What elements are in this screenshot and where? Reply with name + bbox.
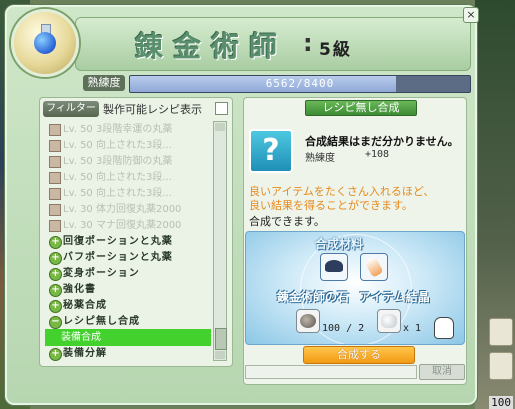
alchemist-stone-icon[interactable] (320, 253, 348, 281)
recipe-row-label: Lv. 50 向上された3段... (63, 188, 172, 199)
recipe-row[interactable]: 装備合成 (45, 329, 211, 346)
expand-icon[interactable]: + (49, 284, 62, 297)
close-button[interactable]: × (463, 7, 479, 23)
scroll-down-arrow[interactable] (215, 351, 225, 359)
recipe-row-label: Lv. 50 向上された3段... (63, 172, 172, 183)
item-slot-icon[interactable] (489, 352, 513, 380)
recipe-row[interactable]: + 強化書 (45, 281, 211, 298)
recipe-row[interactable]: + 装備分解 (45, 345, 211, 361)
craft-status: 合成できます。 (249, 215, 325, 228)
recipe-row-label: Lv. 50 3段階防御の丸薬 (63, 156, 173, 167)
collapse-icon[interactable]: − (49, 316, 62, 329)
background-world-right: 100 (475, 0, 515, 409)
alchemy-window: 錬金術師 : 5級 × 熟練度 6562/8400 フィルター 製作可能レシピ表… (4, 4, 479, 406)
filter-button[interactable]: フィルター (43, 101, 99, 117)
filter-checkbox[interactable] (215, 102, 228, 115)
ingredient-count-2: x 1 (403, 323, 422, 334)
ingredient-count-1: 100 / 2 (322, 323, 365, 334)
expand-icon[interactable]: + (49, 236, 62, 249)
expand-icon[interactable]: + (49, 268, 62, 281)
recipe-row-label: 装備合成 (61, 332, 101, 343)
recipe-row[interactable]: + バフポーションと丸薬 (45, 249, 211, 266)
result-title: 合成結果はまだ分かりません。 (305, 135, 459, 148)
scroll-thumb[interactable] (215, 328, 227, 350)
item-crystal-icon[interactable] (360, 253, 388, 281)
result-skill-value: +108 (365, 149, 390, 160)
recipe-row[interactable]: + 秘薬合成 (45, 297, 211, 314)
potion-emblem-icon (11, 9, 79, 77)
recipe-scrollbar[interactable] (213, 121, 227, 361)
recipe-row[interactable]: Lv. 50 3段階防御の丸薬 (45, 153, 211, 170)
recipe-row[interactable]: − レシピ無し合成 (45, 313, 211, 330)
profession-level: 5級 (319, 40, 352, 60)
expand-icon[interactable]: + (49, 348, 62, 361)
recipe-row[interactable]: Lv. 30 マナ回復丸薬2000 (45, 217, 211, 234)
item-count: 100 (489, 396, 513, 409)
expand-icon[interactable]: + (49, 252, 62, 265)
skill-progress-text: 6562/8400 (265, 77, 335, 90)
recipe-row-label: Lv. 30 マナ回復丸薬2000 (63, 220, 182, 231)
recipe-list: Lv. 50 3段階幸運の丸薬 Lv. 50 向上された3段... Lv. 50 3… (45, 121, 211, 361)
recipe-item-icon (49, 156, 61, 168)
item-slot-icon[interactable] (489, 318, 513, 346)
title-colon: : (303, 29, 313, 57)
recipe-item-icon (49, 220, 61, 232)
recipe-row-label: Lv. 50 3段階幸運の丸薬 (63, 124, 173, 135)
recipe-row[interactable]: Lv. 50 向上された3段... (45, 185, 211, 202)
recipe-row[interactable]: + 変身ポーション (45, 265, 211, 282)
recipe-item-icon (49, 124, 61, 136)
window-title: 錬金術師 (135, 30, 288, 63)
scroll-up-arrow[interactable] (215, 123, 225, 131)
expand-icon[interactable]: + (49, 300, 62, 313)
recipe-row-label: バフポーションと丸薬 (63, 252, 173, 263)
description-line-2: 良い結果を得ることができます。 (249, 199, 413, 212)
ingredient-cloud-icon[interactable] (377, 309, 401, 333)
filter-title: 製作可能レシピ表示 (103, 103, 202, 116)
recipe-row-label: Lv. 50 向上された3段... (63, 140, 172, 151)
recipe-row-label: 秘薬合成 (63, 300, 107, 311)
recipe-row-label: Lv. 30 体力回復丸薬2000 (63, 204, 182, 215)
recipe-row[interactable]: Lv. 50 向上された3段... (45, 169, 211, 186)
result-skill-label: 熟練度 (305, 153, 335, 164)
recipe-item-icon (49, 140, 61, 152)
material-label-1: 錬金術師の石 (277, 290, 350, 304)
skill-label: 熟練度 (83, 75, 125, 91)
recipe-row[interactable]: Lv. 30 体力回復丸薬2000 (45, 201, 211, 218)
craft-button[interactable]: 合成する (303, 346, 415, 364)
recipe-row-label: 強化書 (63, 284, 96, 295)
recipe-row-label: 回復ポーションと丸薬 (63, 236, 173, 247)
cancel-button[interactable]: 取消 (419, 364, 465, 380)
craft-progress-bar (245, 365, 417, 379)
unknown-result-icon: ? (249, 129, 293, 173)
recipe-row[interactable]: Lv. 50 向上された3段... (45, 137, 211, 154)
recipe-row-label: レシピ無し合成 (63, 316, 140, 327)
recipe-row[interactable]: + 回復ポーションと丸薬 (45, 233, 211, 250)
recipe-item-icon (49, 172, 61, 184)
materials-title: 合成材料 (315, 237, 364, 251)
recipe-row[interactable]: Lv. 50 3段階幸運の丸薬 (45, 121, 211, 138)
ingredient-rock-icon[interactable] (296, 309, 320, 333)
recipe-row-label: 変身ポーション (63, 268, 140, 279)
recipe-item-icon (49, 188, 61, 200)
hand-cursor-icon (434, 317, 454, 339)
recipe-banner: レシピ無し合成 (305, 100, 417, 116)
material-label-2: アイテム結晶 (359, 290, 430, 304)
skill-progress-bar: 6562/8400 (129, 75, 471, 93)
recipe-row-label: 装備分解 (63, 348, 107, 359)
recipe-item-icon (49, 204, 61, 216)
